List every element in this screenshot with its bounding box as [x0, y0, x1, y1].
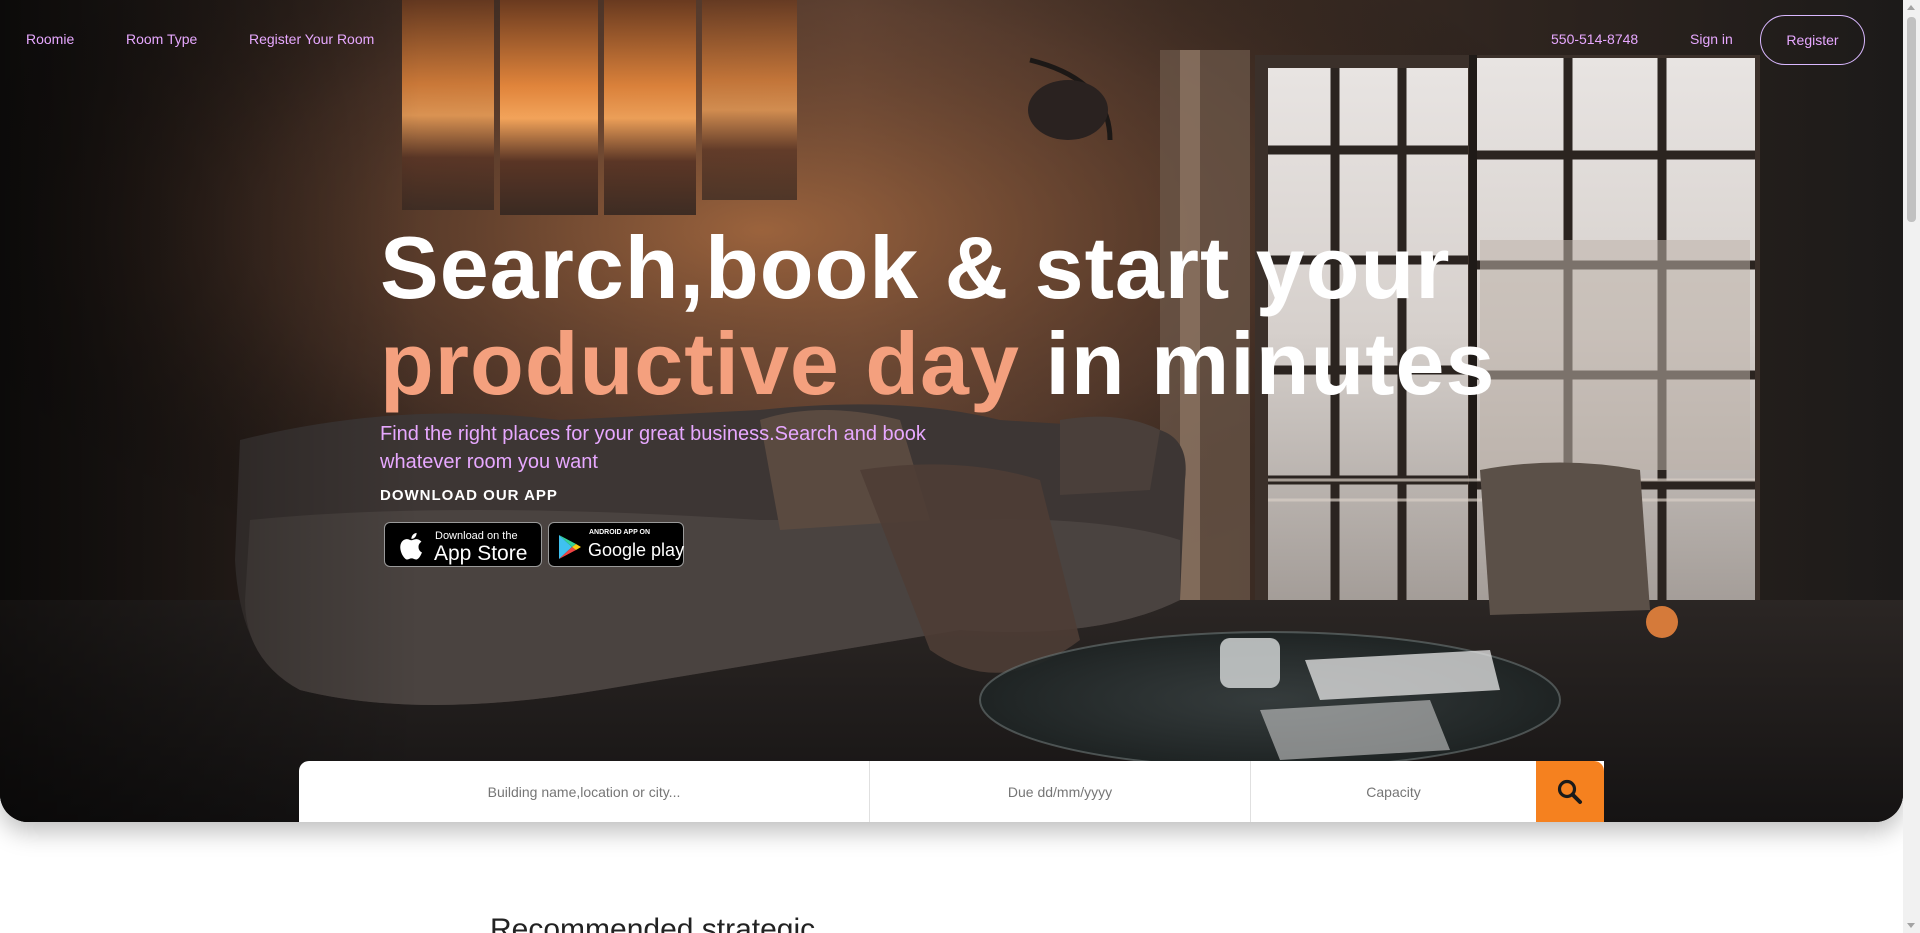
app-store-big-text: App Store: [434, 542, 528, 565]
headline-accent-text: productive day: [380, 314, 1020, 413]
register-button[interactable]: Register: [1760, 15, 1865, 65]
scrollbar-thumb[interactable]: [1907, 17, 1916, 222]
nav-room-type-link[interactable]: Room Type: [126, 31, 197, 47]
page-scrollbar[interactable]: [1903, 0, 1920, 933]
apple-icon: [400, 532, 422, 560]
google-play-small-text: ANDROID APP ON: [589, 529, 651, 536]
nav-brand-link[interactable]: Roomie: [26, 31, 74, 47]
scroll-up-icon[interactable]: [1907, 5, 1915, 10]
hero-subtext: Find the right places for your great bus…: [380, 423, 926, 473]
hero-headline: Search,book & start your productive day …: [380, 220, 1495, 412]
capacity-input[interactable]: [1251, 761, 1536, 822]
due-date-input[interactable]: [870, 761, 1250, 822]
recommended-section-heading: Recommended strategic: [490, 913, 816, 933]
search-button[interactable]: [1536, 761, 1604, 822]
location-search-input[interactable]: [299, 761, 869, 822]
nav-phone-link[interactable]: 550-514-8748: [1551, 31, 1638, 47]
headline-line-2: productive day in minutes: [380, 316, 1495, 412]
search-icon: [1557, 779, 1582, 804]
google-play-big-text: Google play: [588, 540, 685, 560]
hero-section: Roomie Room Type Register Your Room 550-…: [0, 0, 1903, 822]
google-play-badge[interactable]: ANDROID APP ON Google play: [548, 522, 684, 567]
nav-sign-in-link[interactable]: Sign in: [1690, 31, 1733, 47]
download-app-label: DOWNLOAD OUR APP: [380, 487, 558, 504]
google-play-icon: [559, 535, 581, 559]
page: Roomie Room Type Register Your Room 550-…: [0, 0, 1920, 933]
headline-line-1: Search,book & start your: [380, 218, 1451, 317]
scroll-down-icon[interactable]: [1907, 923, 1915, 928]
app-store-badge[interactable]: Download on the App Store: [384, 522, 542, 567]
headline-line-2-rest: in minutes: [1045, 314, 1496, 413]
search-bar: [299, 761, 1604, 822]
nav-register-room-link[interactable]: Register Your Room: [249, 31, 374, 47]
app-store-small-text: Download on the: [435, 530, 518, 542]
